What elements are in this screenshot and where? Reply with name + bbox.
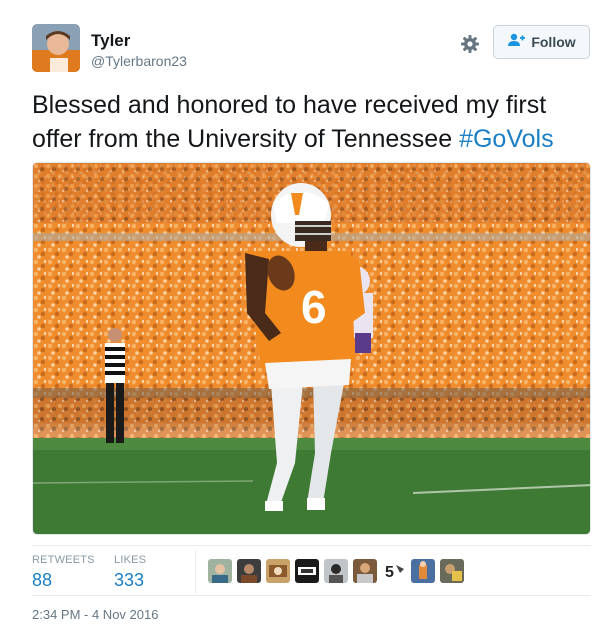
liker-avatar[interactable] [411, 559, 435, 583]
retweets-label: RETWEETS [32, 554, 95, 566]
likes-label: LIKES [114, 554, 147, 566]
stats-divider [195, 550, 196, 594]
liker-avatar[interactable] [266, 559, 290, 583]
likes-stat[interactable]: LIKES 333 [114, 554, 146, 591]
retweets-stat[interactable]: RETWEETS 88 [32, 554, 95, 591]
gear-icon[interactable] [460, 34, 480, 54]
svg-text:6: 6 [301, 281, 327, 333]
liker-avatar[interactable] [440, 559, 464, 583]
liker-avatar[interactable] [208, 559, 232, 583]
tweet-timestamp[interactable]: 2:34 PM - 4 Nov 2016 [32, 607, 158, 622]
follow-button[interactable]: Follow [493, 25, 590, 59]
avatar[interactable] [32, 24, 80, 72]
user-name[interactable]: Tyler [91, 31, 130, 51]
tweet-photo[interactable]: 6 [32, 162, 591, 535]
liker-avatar[interactable]: 5 [382, 559, 406, 583]
divider [32, 595, 591, 596]
liker-avatar[interactable] [295, 559, 319, 583]
svg-text:5: 5 [385, 564, 394, 581]
liker-avatar[interactable] [353, 559, 377, 583]
retweets-count[interactable]: 88 [32, 570, 95, 591]
tweet-text: Blessed and honored to have received my … [32, 88, 602, 156]
tweet-stats: RETWEETS 88 LIKES 333 5 [32, 545, 591, 596]
person-plus-icon [507, 33, 526, 52]
hashtag-link[interactable]: #GoVols [459, 125, 554, 153]
liker-avatar[interactable] [237, 559, 261, 583]
likes-count[interactable]: 333 [114, 570, 146, 591]
user-handle[interactable]: @Tylerbaron23 [91, 53, 187, 69]
follow-label: Follow [531, 34, 576, 50]
liker-avatars: 5 [208, 559, 464, 583]
liker-avatar[interactable] [324, 559, 348, 583]
